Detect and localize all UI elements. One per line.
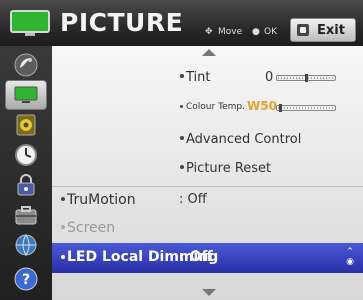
bullet-icon	[61, 255, 65, 259]
network-globe-icon	[15, 234, 37, 256]
menu-row-advanced-control[interactable]: Advanced Control	[52, 126, 363, 154]
bullet-icon	[180, 165, 184, 169]
tint-slider[interactable]	[276, 74, 336, 82]
menu-row-screen: Screen	[52, 215, 363, 243]
move-arrows-icon: ✥	[205, 27, 213, 37]
screen-label: Screen	[67, 220, 116, 236]
tint-label: Tint	[186, 70, 211, 85]
exit-key-icon	[297, 24, 309, 36]
slider-ticks	[278, 107, 334, 109]
colour-temp-label: Colour Temp.	[186, 102, 245, 112]
picture-reset-label: Picture Reset	[186, 161, 272, 176]
ok-button-icon: ●	[252, 27, 260, 37]
picture-tv-icon	[14, 86, 38, 103]
ok-hint-label: OK	[264, 27, 277, 37]
clock-icon	[15, 144, 37, 166]
colour-temp-value: W50	[247, 99, 277, 113]
menu-row-picture-reset[interactable]: Picture Reset	[52, 155, 363, 183]
sidebar-item-option[interactable]	[5, 200, 47, 230]
trumotion-label: TruMotion	[67, 192, 136, 208]
menu-row-led-local-dimming[interactable]: LED Local Dimming : Off ⌃ ◉	[52, 243, 363, 273]
scroll-down-arrow-icon[interactable]	[202, 289, 216, 296]
led-local-dimming-value: : Off	[179, 249, 213, 265]
advanced-control-label: Advanced Control	[186, 132, 302, 147]
bullet-icon	[61, 225, 65, 229]
bullet-icon	[61, 197, 65, 201]
menu-row-trumotion[interactable]: TruMotion : Off	[52, 186, 363, 214]
help-question-icon: ?	[14, 267, 38, 291]
colour-temp-slider[interactable]	[276, 104, 336, 112]
sidebar-item-network[interactable]	[5, 230, 47, 260]
scroll-up-arrow-icon[interactable]	[202, 49, 216, 56]
bullet-icon	[180, 74, 184, 78]
slider-thumb	[305, 74, 308, 82]
satellite-dish-icon	[14, 53, 38, 77]
bullet-icon	[180, 136, 184, 140]
menu-header: PICTURE ✥ Move ● OK Exit	[0, 0, 363, 46]
menu-row-colour-temp[interactable]: Colour Temp. W50	[52, 94, 363, 122]
exit-button[interactable]: Exit	[290, 18, 356, 42]
sidebar-item-time[interactable]	[5, 140, 47, 170]
updown-selector-icon[interactable]: ⌃ ◉	[345, 247, 355, 267]
sidebar-item-picture[interactable]	[5, 80, 47, 110]
toolbox-icon	[15, 206, 37, 225]
page-title: PICTURE	[60, 8, 184, 37]
menu-row-tint[interactable]: Tint 0	[52, 64, 363, 92]
sidebar-item-lock[interactable]	[5, 170, 47, 200]
tv-icon	[10, 10, 50, 36]
lock-icon	[17, 174, 35, 196]
picture-settings-panel: Tint 0 Colour Temp. W50 Advanced Control	[52, 46, 363, 300]
tint-value: 0	[265, 70, 274, 85]
audio-speaker-icon	[16, 114, 36, 136]
bullet-icon	[180, 105, 183, 108]
sidebar-item-support[interactable]: ?	[5, 264, 47, 294]
sidebar-item-audio[interactable]	[5, 110, 47, 140]
category-sidebar: ?	[0, 46, 52, 300]
sidebar-item-channel-setup[interactable]	[5, 50, 47, 80]
exit-button-label: Exit	[317, 22, 345, 38]
move-hint-label: Move	[218, 27, 243, 37]
trumotion-value: : Off	[179, 192, 207, 207]
picture-menu-screen: PICTURE ✥ Move ● OK Exit ? Tint 0 Colour…	[0, 0, 363, 300]
slider-thumb	[279, 104, 282, 112]
svg-text:?: ?	[22, 272, 30, 288]
